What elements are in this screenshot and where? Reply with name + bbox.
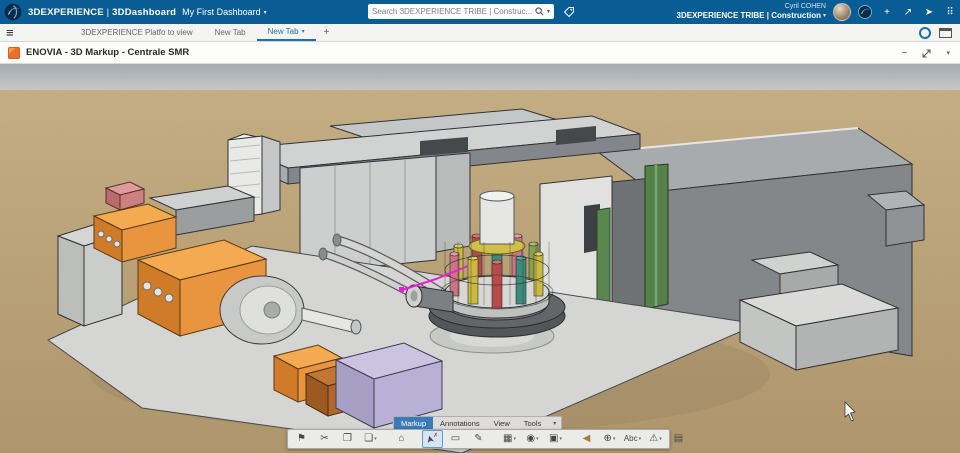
tag-icon[interactable] (563, 6, 575, 18)
compass-icon[interactable] (858, 5, 873, 19)
home-icon: ⌂ (398, 433, 405, 444)
note-tool-button[interactable]: ▣ ▾ (545, 430, 566, 448)
share-icon[interactable]: ↗ (901, 7, 915, 18)
chevron-down-icon: ▾ (374, 435, 377, 442)
avatar[interactable] (833, 3, 851, 21)
copy-button[interactable]: ❐ (337, 430, 358, 448)
chevron-down-icon: ▾ (612, 435, 616, 442)
collapse-widget-icon[interactable]: ▾ (946, 49, 950, 57)
send-icon[interactable]: ➤ (922, 7, 936, 18)
lock-button[interactable]: ▤ (668, 430, 689, 448)
top-bar-left: 3DEXPERIENCE | 3DDashboard My First Dash… (4, 0, 267, 24)
sky (0, 64, 960, 94)
brand-name: 3DEXPERIENCE (28, 6, 104, 18)
text-tool-button[interactable]: Abc ▾ (622, 430, 643, 448)
tab-label: 3DEXPERIENCE Platfo to view (81, 28, 193, 37)
app-title: ENOVIA - 3D Markup - Centrale SMR (26, 47, 190, 58)
user-name: Cyril COHEN (784, 3, 826, 11)
home-view-button[interactable]: ⌂ (391, 430, 412, 448)
apps-grid-icon[interactable]: ⠿ (943, 7, 957, 18)
chevron-down-icon: ▾ (301, 29, 305, 35)
dashboard-tab-bar: ≡ 3DEXPERIENCE Platfo to view New Tab Ne… (0, 24, 960, 42)
search-chevron-icon[interactable]: ▾ (547, 8, 550, 15)
warning-icon: ⚠ (649, 433, 659, 444)
target-icon: ⊕ (603, 433, 612, 444)
issue-tool-button[interactable]: ⚠ ▾ (645, 430, 666, 448)
select-annotation-button[interactable]: ➤ ✗ (422, 430, 443, 448)
3d-viewport[interactable] (0, 64, 960, 453)
markup-toolbar: ⚑ ✂ ❐ ❏ ▾ ⌂ ➤ ✗ ▭ ✎ ▦ ▾ ◉ ▾ ▣ ▾ ◀ ⊕ ▾ Abc ▾ ⚠ ▾ … (287, 429, 683, 449)
tab-markup[interactable]: Markup (394, 417, 434, 429)
scene-canvas[interactable] (0, 64, 960, 453)
minimize-button[interactable]: − (902, 48, 908, 59)
3ds-compass-logo[interactable] (4, 3, 22, 21)
back-arrow-icon: ◀ (582, 433, 591, 444)
top-bar-right: Cyril COHEN 3DEXPERIENCE TRIBE | Constru… (677, 0, 958, 24)
add-tab-button[interactable]: + (316, 27, 338, 38)
tab-new-tab-1[interactable]: New Tab (204, 24, 257, 41)
hamburger-menu-icon[interactable]: ≡ (6, 26, 26, 39)
note-icon: ▣ (549, 433, 559, 444)
cursor-icon: ➤ (424, 433, 437, 445)
record-icon[interactable] (919, 27, 931, 39)
user-menu[interactable]: Cyril COHEN 3DEXPERIENCE TRIBE | Constru… (677, 3, 827, 20)
chevron-down-icon: ▾ (559, 435, 562, 442)
lock-icon: ▤ (673, 433, 684, 444)
target-tool-button[interactable]: ⊕ ▾ (599, 430, 620, 448)
search-area: Search 3DEXPERIENCE TRIBE | Construc... … (368, 4, 575, 19)
image-icon: ▦ (503, 433, 513, 444)
stamp-icon: ◉ (526, 433, 536, 444)
tab-platform-view[interactable]: 3DEXPERIENCE Platfo to view (70, 24, 204, 41)
tab-view[interactable]: View (487, 417, 517, 429)
dashboard-tabs: 3DEXPERIENCE Platfo to view New Tab New … (70, 24, 337, 41)
rectangle-icon: ▭ (450, 433, 461, 444)
text-tool-label: Abc (623, 434, 638, 443)
drum-tank (219, 275, 305, 345)
rectangle-tool-button[interactable]: ▭ (445, 430, 466, 448)
tab-new-tab-2[interactable]: New Tab ▾ (256, 24, 316, 41)
stamp-tool-button[interactable]: ◉ ▾ (522, 430, 543, 448)
previous-button[interactable]: ◀ (576, 430, 597, 448)
flag-icon: ⚑ (297, 433, 306, 444)
draw-tool-button[interactable]: ✎ (468, 430, 489, 448)
copy-icon: ❐ (343, 433, 352, 444)
paste-icon: ❏ (364, 433, 374, 444)
brand-title: 3DEXPERIENCE | 3DDashboard (28, 7, 176, 18)
scissors-icon: ✂ (320, 433, 329, 444)
markup-pen-button[interactable]: ⚑ (291, 430, 312, 448)
widget-layout-icon[interactable] (939, 28, 952, 38)
tab-label: New Tab (214, 28, 246, 37)
chevron-down-icon: ▾ (659, 435, 662, 442)
tab-annotations[interactable]: Annotations (433, 417, 487, 429)
dashboard-name: My First Dashboard (182, 7, 261, 17)
image-tool-button[interactable]: ▦ ▾ (499, 430, 520, 448)
chevron-down-icon: ▾ (263, 9, 267, 16)
paste-button[interactable]: ❏ ▾ (360, 430, 381, 448)
tab-bar-right (919, 24, 952, 42)
chevron-down-icon: ▾ (638, 435, 642, 442)
tab-label: New Tab (267, 27, 299, 36)
chevron-down-icon: ▾ (536, 435, 539, 442)
toolbar-collapse-icon[interactable]: ▾ (548, 417, 561, 429)
markup-toolbar-tabs: Markup Annotations View Tools ▾ (393, 416, 563, 429)
app-name: 3DDashboard (112, 6, 177, 18)
pencil-icon: ✎ (474, 433, 483, 444)
add-icon[interactable]: + (880, 7, 894, 18)
enovia-app-icon (8, 46, 20, 59)
top-bar: 3DEXPERIENCE | 3DDashboard My First Dash… (0, 0, 960, 24)
tab-tools[interactable]: Tools (517, 417, 549, 429)
chevron-down-icon: ▾ (822, 12, 826, 19)
maximize-icon[interactable] (922, 49, 931, 58)
search-input[interactable]: Search 3DEXPERIENCE TRIBE | Construc... … (368, 4, 554, 19)
search-value: Search 3DEXPERIENCE TRIBE | Construc... (372, 7, 532, 16)
window-controls: − ▾ (902, 42, 950, 64)
screen: 3DEXPERIENCE | 3DDashboard My First Dash… (0, 0, 960, 453)
app-title-bar: ENOVIA - 3D Markup - Centrale SMR − ▾ (0, 42, 960, 64)
tenant-name: 3DEXPERIENCE TRIBE | Construction (676, 11, 821, 21)
search-icon (535, 7, 544, 16)
brand-divider: | (103, 6, 113, 18)
chevron-down-icon: ▾ (513, 435, 516, 442)
dashboard-selector[interactable]: My First Dashboard ▾ (182, 7, 267, 17)
cut-button[interactable]: ✂ (314, 430, 335, 448)
